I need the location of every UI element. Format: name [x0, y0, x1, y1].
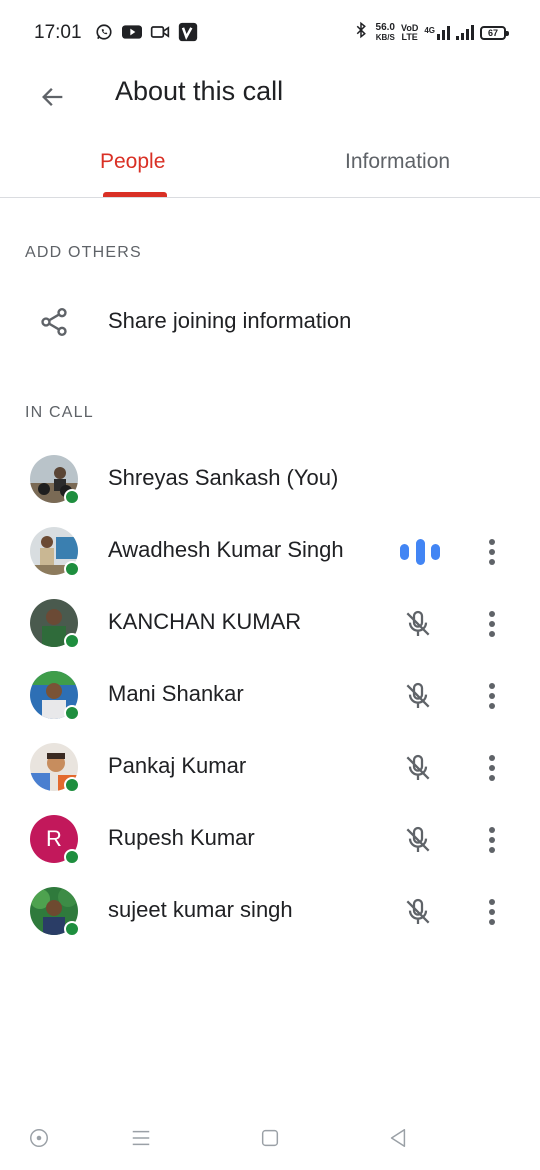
participant-row[interactable]: KANCHAN KUMAR	[0, 586, 540, 658]
participant-row[interactable]: Pankaj Kumar	[0, 730, 540, 802]
participant-row[interactable]: Mani Shankar	[0, 658, 540, 730]
speaking-indicator	[400, 538, 440, 566]
tab-bar: People Information	[0, 136, 540, 198]
presence-indicator	[64, 633, 80, 649]
in-call-header: IN CALL	[25, 404, 94, 421]
presence-indicator	[64, 561, 80, 577]
participant-row[interactable]: Shreyas Sankash (You)	[0, 442, 540, 514]
share-label: Share joining information	[108, 308, 352, 333]
avatar	[30, 527, 80, 577]
arrow-back-icon	[42, 88, 63, 106]
participant-name: Pankaj Kumar	[108, 753, 247, 778]
participant-list: Shreyas Sankash (You) Awadhesh Kumar Sin…	[0, 442, 540, 946]
signal-4g-icon: 4G	[424, 25, 450, 40]
participant-name: Rupesh Kumar	[108, 825, 255, 850]
home-button[interactable]	[256, 1124, 284, 1152]
tab-people[interactable]: People	[100, 136, 165, 198]
avatar	[30, 743, 80, 793]
status-time: 17:01	[34, 22, 82, 43]
app-bar: About this call	[0, 66, 540, 116]
assistant-icon	[30, 1129, 48, 1147]
participant-name: Shreyas Sankash (You)	[108, 465, 339, 490]
video-icon	[150, 22, 170, 42]
more-options-button[interactable]	[478, 751, 506, 785]
battery-icon: 67	[480, 25, 509, 40]
avatar: R	[30, 815, 80, 865]
active-tab-indicator	[103, 192, 167, 197]
tab-information[interactable]: Information	[345, 136, 450, 198]
participant-row[interactable]: sujeet kumar singh	[0, 874, 540, 946]
vimeo-icon	[178, 22, 198, 42]
avatar	[30, 599, 80, 649]
back-button[interactable]	[30, 74, 76, 120]
avatar	[30, 887, 80, 937]
presence-indicator	[64, 705, 80, 721]
participant-name: KANCHAN KUMAR	[108, 609, 302, 634]
bluetooth-icon	[352, 21, 370, 44]
recents-button[interactable]	[127, 1124, 155, 1152]
volte-indicator: VoD LTE	[400, 22, 419, 42]
mic-off-icon	[406, 610, 430, 636]
mic-off-icon	[406, 754, 430, 780]
mic-off-icon	[406, 826, 430, 852]
mic-off-icon	[406, 898, 430, 924]
participant-row[interactable]: Awadhesh Kumar Singh	[0, 514, 540, 586]
add-others-header: ADD OTHERS	[25, 244, 142, 261]
more-options-button[interactable]	[478, 895, 506, 929]
mic-off-icon	[406, 682, 430, 708]
system-nav-bar	[0, 1110, 540, 1170]
participant-name: Mani Shankar	[108, 681, 244, 706]
share-icon	[41, 308, 67, 336]
avatar	[30, 455, 80, 505]
status-indicators: 56.0 KB/S VoD LTE 4G 67	[352, 21, 509, 44]
menu-lines-icon	[132, 1130, 150, 1146]
participant-row[interactable]: R Rupesh Kumar	[0, 802, 540, 874]
page-title: About this call	[115, 76, 284, 106]
status-app-icons	[94, 22, 198, 42]
more-options-button[interactable]	[478, 607, 506, 641]
participant-name: sujeet kumar singh	[108, 897, 293, 922]
more-options-button[interactable]	[478, 679, 506, 713]
assistant-button[interactable]	[25, 1124, 53, 1152]
avatar	[30, 671, 80, 721]
participant-name: Awadhesh Kumar Singh	[108, 537, 344, 562]
youtube-icon	[122, 22, 142, 42]
share-joining-info-button[interactable]: Share joining information	[0, 292, 540, 352]
nav-back-button[interactable]	[384, 1124, 412, 1152]
back-triangle-icon	[390, 1129, 406, 1147]
presence-indicator	[64, 777, 80, 793]
presence-indicator	[64, 849, 80, 865]
network-speed: 56.0 KB/S	[375, 21, 395, 42]
status-bar: 17:01 56.0 KB/S VoD LTE 4G 67	[0, 0, 540, 66]
more-options-button[interactable]	[478, 823, 506, 857]
more-options-button[interactable]	[478, 535, 506, 569]
presence-indicator	[64, 921, 80, 937]
home-square-icon	[261, 1129, 279, 1147]
presence-indicator	[64, 489, 80, 505]
signal-icon	[456, 25, 474, 40]
whatsapp-icon	[94, 22, 114, 42]
